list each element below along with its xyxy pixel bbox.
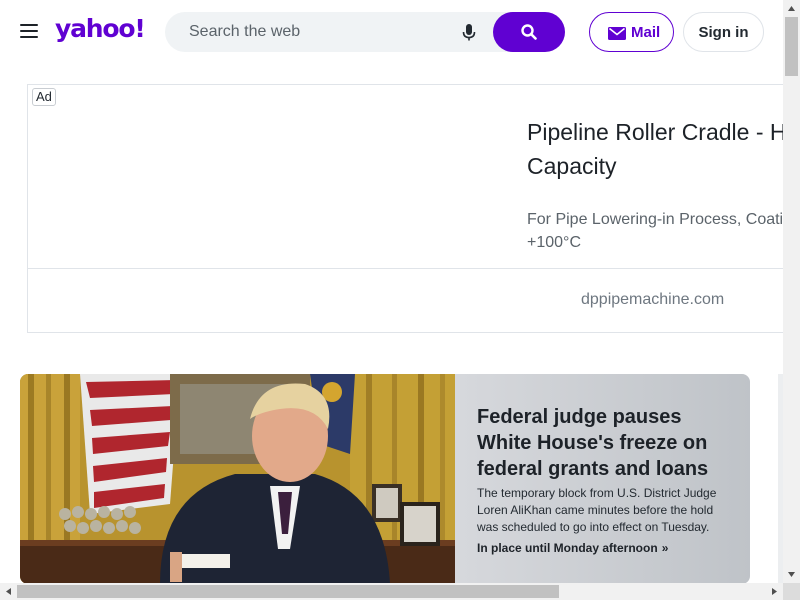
horizontal-scroll-thumb[interactable] xyxy=(17,585,559,598)
ad-domain[interactable]: dppipemachine.com xyxy=(581,291,724,309)
hamburger-menu-icon[interactable] xyxy=(20,24,38,40)
scroll-down-arrow-icon[interactable] xyxy=(783,566,800,583)
yahoo-page: yahoo! Mail xyxy=(0,0,800,600)
chevron-double-right-icon: » xyxy=(661,541,669,555)
hero-related-link[interactable]: In place until Monday afternoon» xyxy=(477,541,668,555)
search-button[interactable] xyxy=(493,12,565,52)
sign-in-button[interactable]: Sign in xyxy=(683,12,764,52)
search-bar xyxy=(165,12,565,52)
ad-description: For Pipe Lowering-in Process, Coati +100… xyxy=(527,211,784,251)
hero-summary: The temporary block from U.S. District J… xyxy=(477,486,717,534)
hero-story-card[interactable]: Federal judge pauses White House's freez… xyxy=(20,374,750,584)
mail-envelope-icon xyxy=(608,27,626,40)
ad-banner[interactable]: Ad Pipeline Roller Cradle - H Capacity F… xyxy=(27,84,787,333)
vertical-scrollbar[interactable] xyxy=(783,0,800,583)
hero-image[interactable] xyxy=(20,374,455,584)
ad-title[interactable]: Pipeline Roller Cradle - H Capacity xyxy=(527,115,787,183)
microphone-icon[interactable] xyxy=(462,24,476,42)
hero-headline[interactable]: Federal judge pauses White House's freez… xyxy=(477,404,732,482)
yahoo-logo[interactable]: yahoo! xyxy=(55,14,146,43)
hero-text: Federal judge pauses White House's freez… xyxy=(477,374,737,584)
ad-badge: Ad xyxy=(32,88,56,106)
search-icon xyxy=(521,24,537,40)
ad-divider xyxy=(28,268,787,269)
hero-related-link-label: In place until Monday afternoon xyxy=(477,541,658,555)
scroll-left-arrow-icon[interactable] xyxy=(0,583,17,600)
header: yahoo! Mail xyxy=(0,0,783,64)
scroll-up-arrow-icon[interactable] xyxy=(783,0,800,17)
mail-label: Mail xyxy=(631,24,661,41)
horizontal-scrollbar[interactable] xyxy=(0,583,783,600)
vertical-scroll-thumb[interactable] xyxy=(785,17,798,76)
scrollbar-corner xyxy=(783,583,800,600)
search-input[interactable] xyxy=(189,12,459,52)
mail-button[interactable]: Mail xyxy=(589,12,674,52)
scroll-right-arrow-icon[interactable] xyxy=(766,583,783,600)
